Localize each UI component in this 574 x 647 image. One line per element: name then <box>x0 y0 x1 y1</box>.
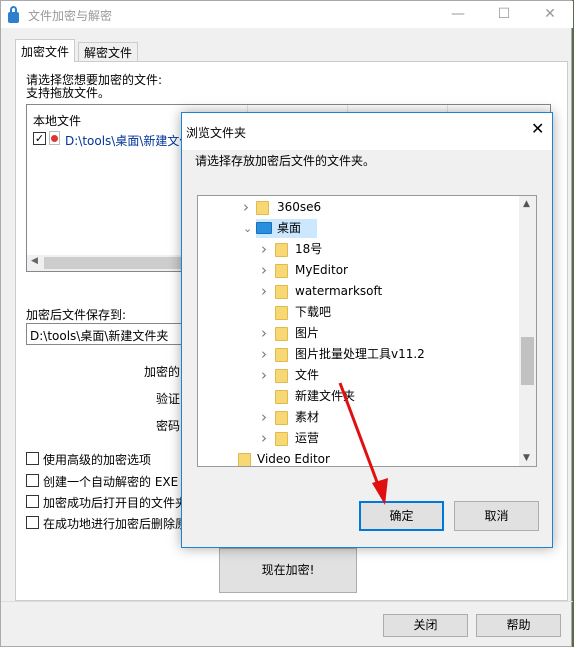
tab-label: 加密文件 <box>21 45 70 59</box>
red-arrow-annotation <box>338 382 388 505</box>
tab-encrypt[interactable]: 加密文件 <box>15 39 76 62</box>
